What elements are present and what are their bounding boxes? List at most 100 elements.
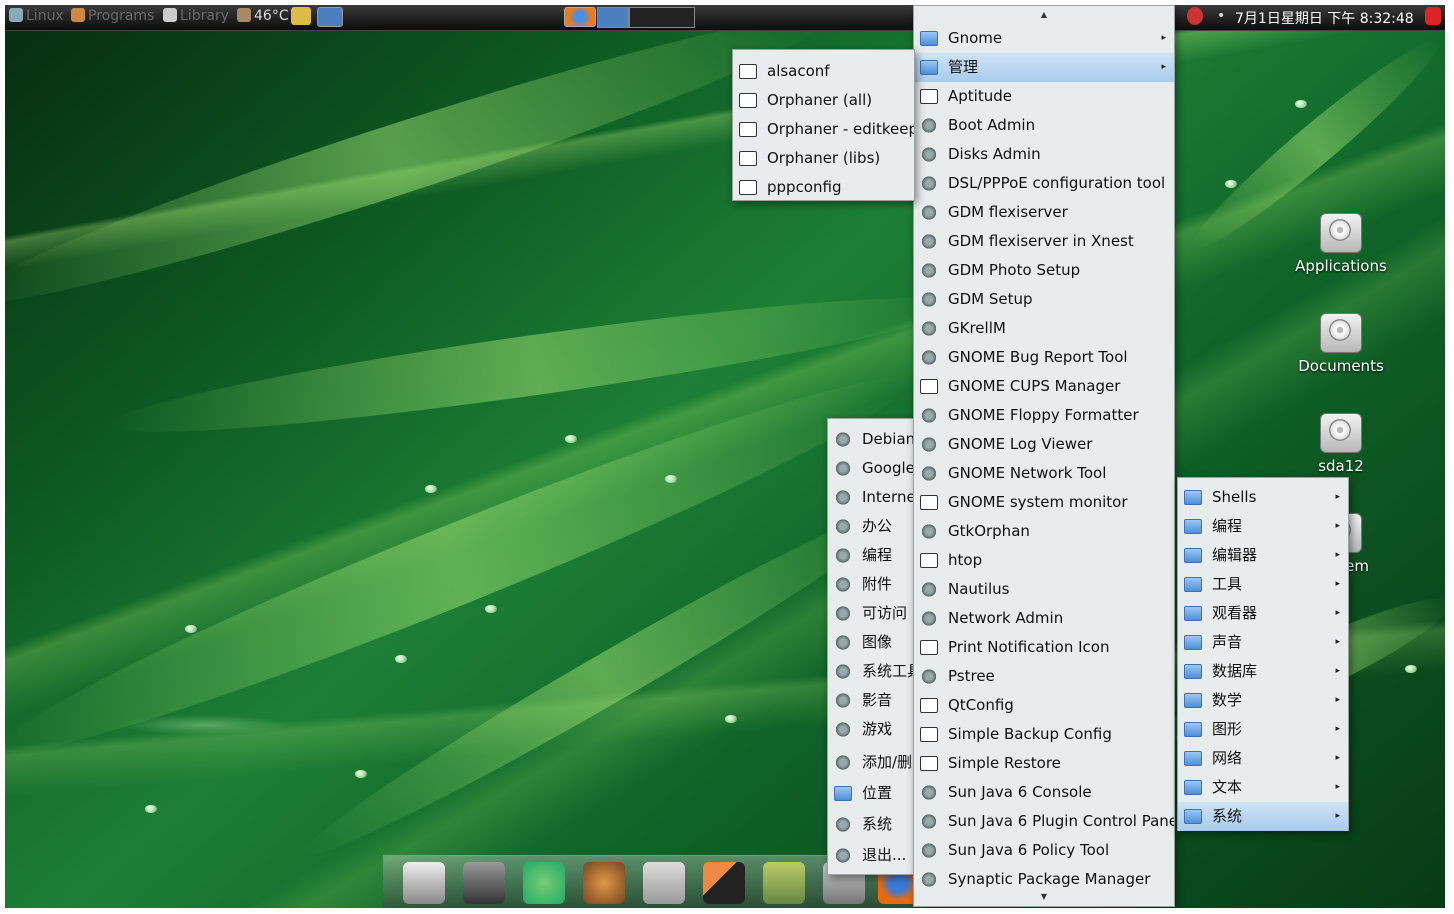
main-menu-item-14[interactable]: 退出... bbox=[828, 841, 914, 870]
dictionary-books-icon[interactable] bbox=[763, 862, 805, 904]
documents-desktop-icon[interactable]: Documents bbox=[1286, 313, 1396, 375]
main-menu-item-interne[interactable]: Interne bbox=[828, 483, 914, 512]
main-menu-item-10[interactable]: 游戏 bbox=[828, 715, 914, 744]
shutdown-icon[interactable] bbox=[1425, 7, 1444, 27]
debian-menu-item-boot-admin[interactable]: Boot Admin bbox=[914, 111, 1174, 140]
clipboard-icon[interactable] bbox=[643, 862, 685, 904]
debian-menu-item-simple-backup-config[interactable]: Simple Backup Config bbox=[914, 720, 1174, 749]
menu-item-label: Simple Backup Config bbox=[948, 725, 1112, 743]
debian-menu-item-pstree[interactable]: Pstree bbox=[914, 662, 1174, 691]
main-menu-item-9[interactable]: 影音 bbox=[828, 686, 914, 715]
linux-menu[interactable]: Linux bbox=[9, 8, 64, 24]
debian-menu-item-gnome-log-viewer[interactable]: GNOME Log Viewer bbox=[914, 430, 1174, 459]
library-menu[interactable]: Library bbox=[163, 8, 229, 24]
main-menu-item-13[interactable]: 系统 bbox=[828, 810, 914, 839]
category-menu-item-7[interactable]: 数学 ▸ bbox=[1178, 686, 1348, 715]
main-menu-item-4[interactable]: 编程 bbox=[828, 541, 914, 570]
debian-menu-item-aptitude[interactable]: Aptitude bbox=[914, 82, 1174, 111]
category-menu-item-2[interactable]: 编辑器 ▸ bbox=[1178, 541, 1348, 570]
window-icon bbox=[739, 151, 757, 166]
main-menu-item-google[interactable]: Google bbox=[828, 454, 914, 483]
folder-icon bbox=[1184, 722, 1202, 737]
category-menu-item-10[interactable]: 文本 ▸ bbox=[1178, 773, 1348, 802]
sda12-desktop-icon[interactable]: sda12 bbox=[1286, 413, 1396, 475]
admin-menu-item-orphaner-all[interactable]: Orphaner (all) bbox=[733, 86, 914, 115]
debian-menu-item-nautilus[interactable]: Nautilus bbox=[914, 575, 1174, 604]
debian-menu-item-gnome-cups-manager[interactable]: GNOME CUPS Manager bbox=[914, 372, 1174, 401]
main-menu-item-12[interactable]: 位置 bbox=[828, 779, 914, 808]
app-icon bbox=[920, 292, 938, 307]
main-menu-item-debian[interactable]: Debian bbox=[828, 425, 914, 454]
debian-menu-item-gnome-system-monitor[interactable]: GNOME system monitor bbox=[914, 488, 1174, 517]
category-menu-item-shells[interactable]: Shells ▸ bbox=[1178, 483, 1348, 512]
main-menu-item-11[interactable]: 添加/删 bbox=[828, 748, 914, 777]
add-remove-icon bbox=[834, 755, 852, 770]
debian-menu-item-qtconfig[interactable]: QtConfig bbox=[914, 691, 1174, 720]
category-menu-item-1[interactable]: 编程 ▸ bbox=[1178, 512, 1348, 541]
debian-menu-item-print-notification-icon[interactable]: Print Notification Icon bbox=[914, 633, 1174, 662]
scroll-up-arrow[interactable]: ▲ bbox=[914, 8, 1174, 22]
debian-menu-item-gtkorphan[interactable]: GtkOrphan bbox=[914, 517, 1174, 546]
show-desktop-icon[interactable] bbox=[317, 7, 346, 29]
clock[interactable]: 7月1日星期日 下午 8:32:48 bbox=[1235, 8, 1414, 28]
menu-item-label: Orphaner (all) bbox=[767, 91, 873, 109]
admin-menu-item-orphaner-editkeep[interactable]: Orphaner - editkeep bbox=[733, 115, 914, 144]
debian-menu-item-gnome[interactable]: Gnome ▸ bbox=[914, 24, 1174, 53]
weather-icon[interactable] bbox=[291, 7, 314, 27]
debian-menu-item-disks-admin[interactable]: Disks Admin bbox=[914, 140, 1174, 169]
debian-menu-item-sun-java-6-console[interactable]: Sun Java 6 Console bbox=[914, 778, 1174, 807]
media-player-icon[interactable] bbox=[583, 862, 625, 904]
debian-menu-item-htop[interactable]: htop bbox=[914, 546, 1174, 575]
debian-menu-item-gdm-photo-setup[interactable]: GDM Photo Setup bbox=[914, 256, 1174, 285]
temperature-applet[interactable]: 46°C bbox=[237, 8, 289, 24]
debian-menu-item-simple-restore[interactable]: Simple Restore bbox=[914, 749, 1174, 778]
category-menu-item-8[interactable]: 图形 ▸ bbox=[1178, 715, 1348, 744]
debian-menu-item-gkrellm[interactable]: GKrellM bbox=[914, 314, 1174, 343]
applications-desktop-icon[interactable]: Applications bbox=[1286, 213, 1396, 275]
category-menu-item-6[interactable]: 数据库 ▸ bbox=[1178, 657, 1348, 686]
debian-menu-item-1[interactable]: 管理 ▸ bbox=[914, 53, 1174, 82]
admin-menu-item-pppconfig[interactable]: pppconfig bbox=[733, 173, 914, 202]
debian-menu-item-gdm-flexiserver-in-xnest[interactable]: GDM flexiserver in Xnest bbox=[914, 227, 1174, 256]
category-menu-item-9[interactable]: 网络 ▸ bbox=[1178, 744, 1348, 773]
workspace-2[interactable] bbox=[629, 7, 695, 28]
computer-icon bbox=[9, 8, 23, 22]
messenger-icon[interactable] bbox=[523, 862, 565, 904]
debian-menu-item-sun-java-6-plugin-control-panel[interactable]: Sun Java 6 Plugin Control Panel bbox=[914, 807, 1174, 836]
debian-menu-item-gdm-setup[interactable]: GDM Setup bbox=[914, 285, 1174, 314]
menu-item-label: 数学 bbox=[1212, 691, 1243, 709]
debian-menu-item-synaptic-package-manager[interactable]: Synaptic Package Manager bbox=[914, 865, 1174, 894]
submenu-arrow-icon: ▸ bbox=[1335, 695, 1340, 705]
menu-item-label: GDM flexiserver bbox=[948, 203, 1068, 221]
debian-menu-item-network-admin[interactable]: Network Admin bbox=[914, 604, 1174, 633]
workspace-1[interactable] bbox=[597, 7, 629, 28]
debian-menu-item-dsl-pppoe-configuration-tool[interactable]: DSL/PPPoE configuration tool bbox=[914, 169, 1174, 198]
main-menu-item-7[interactable]: 图像 bbox=[828, 628, 914, 657]
debian-menu-item-gnome-floppy-formatter[interactable]: GNOME Floppy Formatter bbox=[914, 401, 1174, 430]
system-monitor-icon[interactable] bbox=[463, 862, 505, 904]
category-menu-item-5[interactable]: 声音 ▸ bbox=[1178, 628, 1348, 657]
category-menu-item-4[interactable]: 观看器 ▸ bbox=[1178, 599, 1348, 628]
matlab-icon[interactable] bbox=[703, 862, 745, 904]
firefox-launcher-icon[interactable] bbox=[564, 7, 599, 29]
category-menu-item-11[interactable]: 系统 ▸ bbox=[1178, 802, 1348, 831]
programs-menu[interactable]: Programs bbox=[71, 8, 154, 24]
main-menu-item-3[interactable]: 办公 bbox=[828, 512, 914, 541]
menu-item-label: Synaptic Package Manager bbox=[948, 870, 1151, 888]
category-menu: Shells ▸ 编程 ▸ 编辑器 ▸ 工具 ▸ 观看器 ▸ 声音 ▸ 数据库 ▸ 数学 ▸ 图形 ▸ 网络 ▸ 文本 ▸… bbox=[1177, 477, 1349, 831]
main-menu-item-5[interactable]: 附件 bbox=[828, 570, 914, 599]
folder-icon bbox=[1184, 606, 1202, 621]
debian-menu-item-gdm-flexiserver[interactable]: GDM flexiserver bbox=[914, 198, 1174, 227]
power-icon bbox=[834, 848, 852, 863]
category-menu-item-3[interactable]: 工具 ▸ bbox=[1178, 570, 1348, 599]
debian-menu-item-gnome-network-tool[interactable]: GNOME Network Tool bbox=[914, 459, 1174, 488]
debian-menu-item-sun-java-6-policy-tool[interactable]: Sun Java 6 Policy Tool bbox=[914, 836, 1174, 865]
admin-menu-item-alsaconf[interactable]: alsaconf bbox=[733, 57, 914, 86]
main-menu-item-6[interactable]: 可访问 bbox=[828, 599, 914, 628]
update-notifier-icon[interactable] bbox=[1187, 7, 1206, 27]
main-menu-item-8[interactable]: 系统工具 bbox=[828, 657, 914, 686]
admin-menu-item-orphaner-libs[interactable]: Orphaner (libs) bbox=[733, 144, 914, 173]
debian-menu-item-gnome-bug-report-tool[interactable]: GNOME Bug Report Tool bbox=[914, 343, 1174, 372]
terminal-tux-icon[interactable] bbox=[403, 862, 445, 904]
window-icon bbox=[920, 495, 938, 510]
